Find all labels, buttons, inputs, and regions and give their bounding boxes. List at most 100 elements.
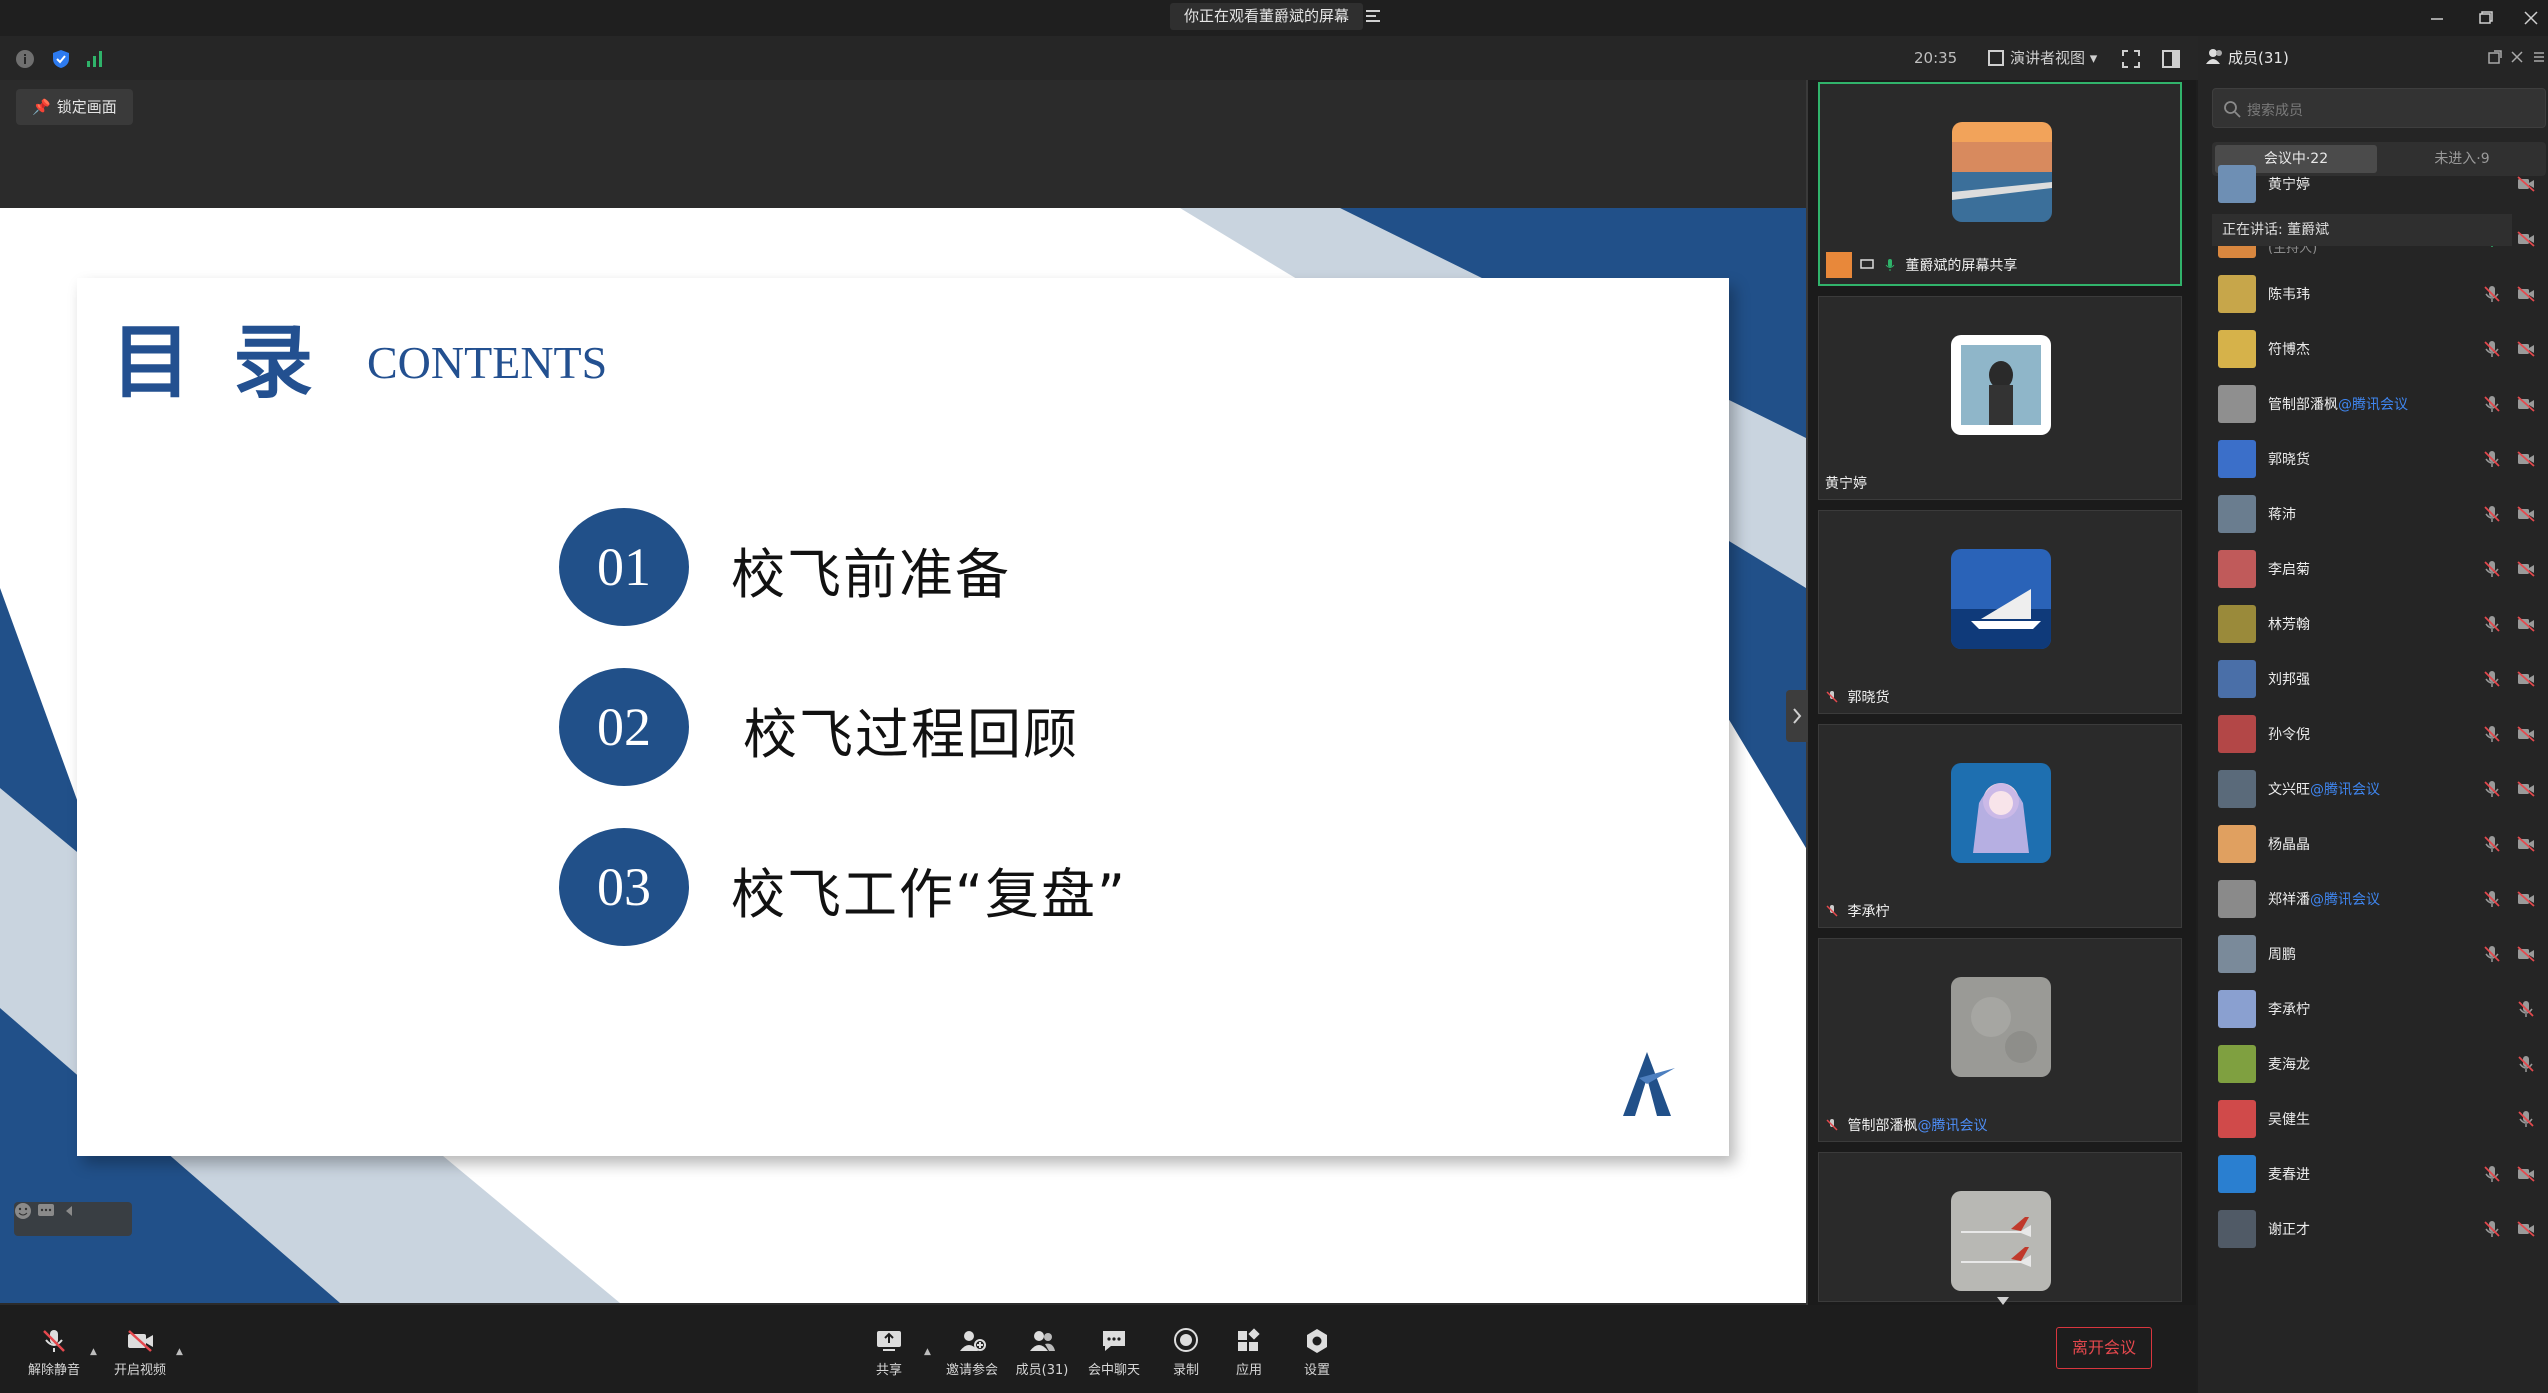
member-row[interactable]: 孙令倪 <box>2198 706 2548 761</box>
leave-meeting-button[interactable]: 离开会议 <box>2056 1327 2152 1369</box>
toc-text: 校飞前准备 <box>731 543 1011 606</box>
member-row[interactable]: 郑祥潘@腾讯会议 <box>2198 871 2548 926</box>
member-row[interactable]: 李承柠 <box>2198 981 2548 1036</box>
emoji-icon[interactable] <box>14 1202 32 1220</box>
invite-button[interactable]: 邀请参会 <box>936 1327 1008 1378</box>
member-name-text: 管制部潘枫 <box>2268 397 2338 413</box>
member-row[interactable]: 杨晶晶 <box>2198 816 2548 871</box>
video-tile[interactable] <box>1818 1152 2182 1302</box>
unmute-button[interactable]: 解除静音 <box>18 1327 90 1378</box>
audio-options-caret[interactable]: ▲ <box>90 1347 97 1357</box>
camera-off-icon[interactable] <box>2516 1164 2536 1184</box>
member-row[interactable]: 麦海龙 <box>2198 1036 2548 1091</box>
camera-off-icon[interactable] <box>2516 394 2536 414</box>
mic-muted-icon[interactable] <box>2516 1109 2536 1129</box>
gray-texture-avatar <box>1951 977 2051 1077</box>
mic-muted-icon[interactable] <box>2482 669 2502 689</box>
camera-off-icon[interactable] <box>2516 229 2536 249</box>
record-button[interactable]: 录制 <box>1150 1327 1222 1378</box>
chat-button[interactable]: 会中聊天 <box>1078 1327 1150 1378</box>
start-video-button[interactable]: 开启视频 <box>104 1327 176 1378</box>
view-mode-select[interactable]: 演讲者视图 ▾ <box>1988 46 2097 70</box>
mic-muted-icon[interactable] <box>2482 449 2502 469</box>
settings-button[interactable]: 设置 <box>1281 1327 1353 1378</box>
gallery-collapse-button[interactable] <box>1786 690 1808 742</box>
camera-off-icon[interactable] <box>2516 284 2536 304</box>
member-row[interactable]: 林芳翰 <box>2198 596 2548 651</box>
mic-muted-icon[interactable] <box>2482 779 2502 799</box>
camera-off-icon[interactable] <box>2516 1219 2536 1239</box>
more-icon[interactable] <box>2532 50 2546 64</box>
member-row[interactable]: 谢正才 <box>2198 1201 2548 1256</box>
member-row[interactable]: 麦春进 <box>2198 1146 2548 1201</box>
chat-icon <box>1103 1331 1125 1351</box>
camera-off-icon[interactable] <box>2516 174 2536 194</box>
camera-off-icon[interactable] <box>2516 944 2536 964</box>
member-row[interactable]: 周鹏 <box>2198 926 2548 981</box>
minimize-icon[interactable] <box>2422 4 2452 32</box>
mic-muted-icon[interactable] <box>2482 394 2502 414</box>
video-options-caret[interactable]: ▲ <box>176 1347 183 1357</box>
member-name-text: 文兴旺 <box>2268 782 2310 798</box>
lock-view-button[interactable]: 📌 锁定画面 <box>16 89 133 125</box>
add-user-icon <box>960 1331 986 1351</box>
mic-muted-icon[interactable] <box>2482 614 2502 634</box>
member-row[interactable]: 文兴旺@腾讯会议 <box>2198 761 2548 816</box>
side-panel-icon[interactable] <box>2160 48 2182 70</box>
members-icon <box>1030 1331 1055 1351</box>
chevron-right-icon <box>1793 708 1802 724</box>
comment-icon[interactable] <box>37 1202 55 1220</box>
shield-icon[interactable] <box>50 48 72 70</box>
share-options-caret[interactable]: ▲ <box>924 1347 931 1357</box>
share-button[interactable]: 共享 <box>853 1327 925 1378</box>
list-menu-icon[interactable] <box>1362 5 1384 27</box>
mic-muted-icon[interactable] <box>2482 834 2502 854</box>
camera-off-icon[interactable] <box>2516 614 2536 634</box>
mic-muted-icon[interactable] <box>2482 724 2502 744</box>
camera-off-icon[interactable] <box>2516 889 2536 909</box>
fullscreen-icon[interactable] <box>2120 48 2142 70</box>
members-button[interactable]: 成员(31) <box>1006 1327 1078 1378</box>
mic-muted-icon[interactable] <box>2482 1219 2502 1239</box>
member-row[interactable]: 蒋沛 <box>2198 486 2548 541</box>
mic-muted-icon[interactable] <box>2482 1164 2502 1184</box>
signal-icon[interactable] <box>84 48 106 70</box>
close-icon[interactable] <box>2516 4 2546 32</box>
mic-muted-icon[interactable] <box>2482 559 2502 579</box>
mic-muted-icon[interactable] <box>2482 284 2502 304</box>
close-panel-icon[interactable] <box>2510 50 2524 64</box>
member-row[interactable]: 管制部潘枫@腾讯会议 <box>2198 376 2548 431</box>
collapse-left-icon[interactable] <box>60 1202 78 1220</box>
video-tile[interactable]: 董爵斌的屏幕共享 <box>1818 82 2182 286</box>
video-tile[interactable]: 管制部潘枫@腾讯会议 <box>1818 938 2182 1142</box>
popout-icon[interactable] <box>2488 50 2502 64</box>
mic-muted-icon[interactable] <box>2516 1054 2536 1074</box>
camera-off-icon[interactable] <box>2516 449 2536 469</box>
mic-muted-icon[interactable] <box>2482 889 2502 909</box>
video-tile[interactable]: 郭晓货 <box>1818 510 2182 714</box>
mic-muted-icon[interactable] <box>2516 999 2536 1019</box>
member-search-input[interactable]: 搜索成员 <box>2212 88 2546 128</box>
camera-off-icon[interactable] <box>2516 559 2536 579</box>
member-row[interactable]: 黄宁婷 <box>2198 156 2548 211</box>
video-tile[interactable]: 黄宁婷 <box>1818 296 2182 500</box>
apps-button[interactable]: 应用 <box>1213 1327 1285 1378</box>
camera-off-icon[interactable] <box>2516 339 2536 359</box>
member-row[interactable]: 刘邦强 <box>2198 651 2548 706</box>
camera-off-icon[interactable] <box>2516 669 2536 689</box>
camera-off-icon[interactable] <box>2516 779 2536 799</box>
member-row[interactable]: 符博杰 <box>2198 321 2548 376</box>
mic-muted-icon[interactable] <box>2482 944 2502 964</box>
camera-off-icon[interactable] <box>2516 724 2536 744</box>
mic-muted-icon[interactable] <box>2482 504 2502 524</box>
member-row[interactable]: 吴健生 <box>2198 1091 2548 1146</box>
member-row[interactable]: 陈韦玮 <box>2198 266 2548 321</box>
member-row[interactable]: 李启菊 <box>2198 541 2548 596</box>
camera-off-icon[interactable] <box>2516 834 2536 854</box>
member-row[interactable]: 郭晓货 <box>2198 431 2548 486</box>
video-tile[interactable]: 李承柠 <box>1818 724 2182 928</box>
mic-muted-icon[interactable] <box>2482 339 2502 359</box>
camera-off-icon[interactable] <box>2516 504 2536 524</box>
info-icon[interactable] <box>14 48 36 70</box>
restore-icon[interactable] <box>2470 4 2500 32</box>
